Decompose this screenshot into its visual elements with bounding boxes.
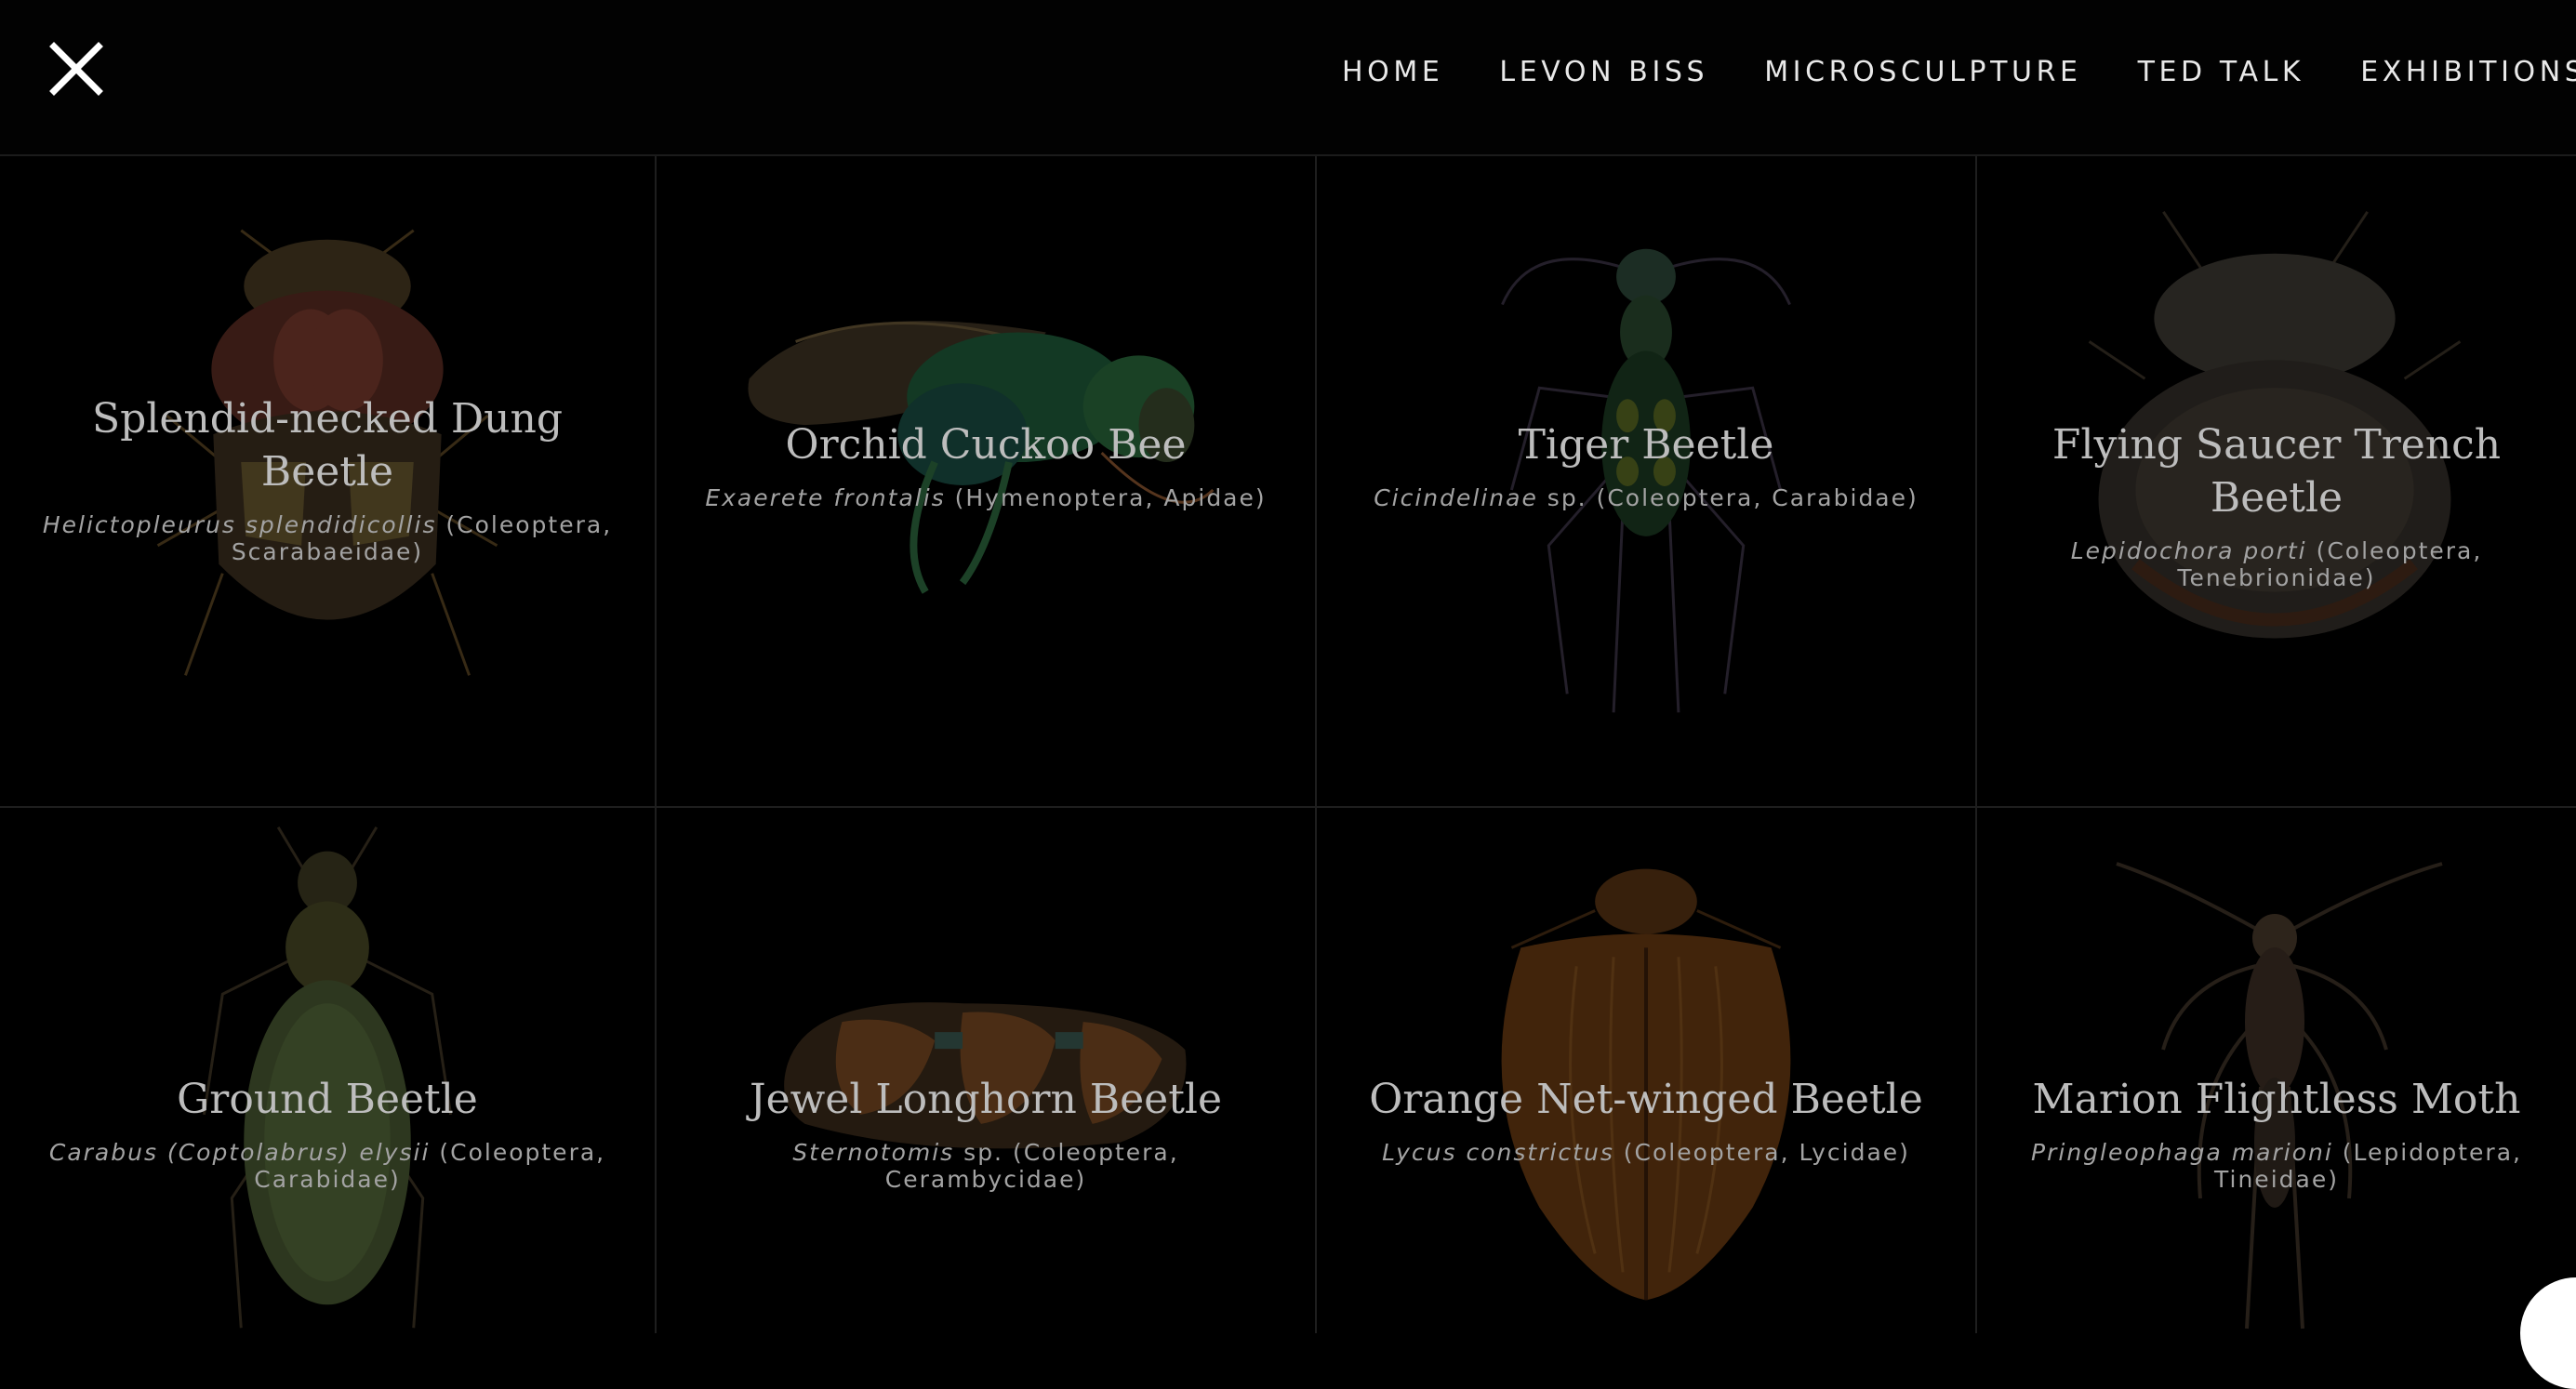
specimen-latin-name: Lycus constrictus — [1382, 1139, 1614, 1166]
specimen-latin-name: Carabus (Coptolabrus) elysii — [49, 1139, 431, 1166]
specimen-title: Flying Saucer Trench Beetle — [1977, 418, 2576, 524]
specimen-tile-trench-beetle[interactable]: Flying Saucer Trench Beetle Lepidochora … — [1977, 156, 2576, 808]
specimen-tile-net-winged-beetle[interactable]: Orange Net-winged Beetle Lycus constrict… — [1317, 808, 1977, 1333]
site-header: HOME LEVON BISS MICROSCULPTURE TED TALK … — [0, 0, 2576, 156]
specimen-title: Splendid-necked Dung Beetle — [0, 392, 655, 498]
specimen-tile-dung-beetle[interactable]: Splendid-necked Dung Beetle Helictopleur… — [0, 156, 657, 808]
specimen-taxonomy: Helictopleurus splendidicollis (Coleopte… — [0, 511, 655, 565]
specimen-taxonomy: Cicindelinae sp. (Coleoptera, Carabidae) — [1317, 484, 1975, 511]
specimen-title: Orchid Cuckoo Bee — [657, 418, 1315, 471]
main-nav: HOME LEVON BISS MICROSCULPTURE TED TALK … — [1342, 48, 2576, 95]
specimen-title: Ground Beetle — [0, 1073, 655, 1126]
specimen-classification: (Hymenoptera, Apidae) — [946, 484, 1267, 511]
specimen-tile-ground-beetle[interactable]: Ground Beetle Carabus (Coptolabrus) elys… — [0, 808, 657, 1333]
specimen-title: Orange Net-winged Beetle — [1317, 1073, 1975, 1126]
specimen-tile-tiger-beetle[interactable]: Tiger Beetle Cicindelinae sp. (Coleopter… — [1317, 156, 1977, 808]
specimen-latin-name: Lepidochora porti — [2071, 537, 2307, 564]
nav-home-link[interactable]: HOME — [1342, 56, 1443, 88]
nav-levon-biss-link[interactable]: LEVON BISS — [1499, 56, 1708, 88]
nav-ted-talk-link[interactable]: TED TALK — [2138, 56, 2305, 88]
ground-beetle-image — [0, 808, 655, 1333]
specimen-latin-name: Cicindelinae — [1374, 484, 1538, 511]
close-icon — [48, 41, 104, 97]
specimen-taxonomy: Lepidochora porti (Coleoptera, Tenebrion… — [1977, 537, 2576, 591]
flightless-moth-image — [1977, 808, 2576, 1333]
specimen-classification: sp. (Coleoptera, Carabidae) — [1538, 484, 1919, 511]
specimen-title: Marion Flightless Moth — [1977, 1073, 2576, 1126]
specimen-taxonomy: Sternotomis sp. (Coleoptera, Cerambycida… — [657, 1139, 1315, 1193]
specimen-title: Jewel Longhorn Beetle — [657, 1073, 1315, 1126]
specimen-latin-name: Helictopleurus splendidicollis — [43, 511, 437, 538]
nav-exhibitions-link[interactable]: EXHIBITIONS — [2360, 56, 2576, 88]
specimen-tile-longhorn-beetle[interactable]: Jewel Longhorn Beetle Sternotomis sp. (C… — [657, 808, 1317, 1333]
specimen-tile-cuckoo-bee[interactable]: Orchid Cuckoo Bee Exaerete frontalis (Hy… — [657, 156, 1317, 808]
longhorn-beetle-image — [657, 808, 1315, 1333]
specimen-title: Tiger Beetle — [1317, 418, 1975, 471]
close-menu-button[interactable] — [48, 41, 104, 97]
specimen-taxonomy: Exaerete frontalis (Hymenoptera, Apidae) — [657, 484, 1315, 511]
specimen-latin-name: Pringleophaga marioni — [2031, 1139, 2333, 1166]
nav-microsculpture-link[interactable]: MICROSCULPTURE — [1764, 56, 2081, 88]
net-winged-beetle-image — [1317, 808, 1975, 1333]
specimen-taxonomy: Pringleophaga marioni (Lepidoptera, Tine… — [1977, 1139, 2576, 1193]
specimen-latin-name: Exaerete frontalis — [705, 484, 945, 511]
specimen-taxonomy: Lycus constrictus (Coleoptera, Lycidae) — [1317, 1139, 1975, 1166]
specimen-latin-name: Sternotomis — [792, 1139, 954, 1166]
specimen-tile-flightless-moth[interactable]: Marion Flightless Moth Pringleophaga mar… — [1977, 808, 2576, 1333]
specimen-taxonomy: Carabus (Coptolabrus) elysii (Coleoptera… — [0, 1139, 655, 1193]
specimen-grid: Splendid-necked Dung Beetle Helictopleur… — [0, 156, 2576, 1333]
specimen-classification: (Coleoptera, Lycidae) — [1614, 1139, 1910, 1166]
